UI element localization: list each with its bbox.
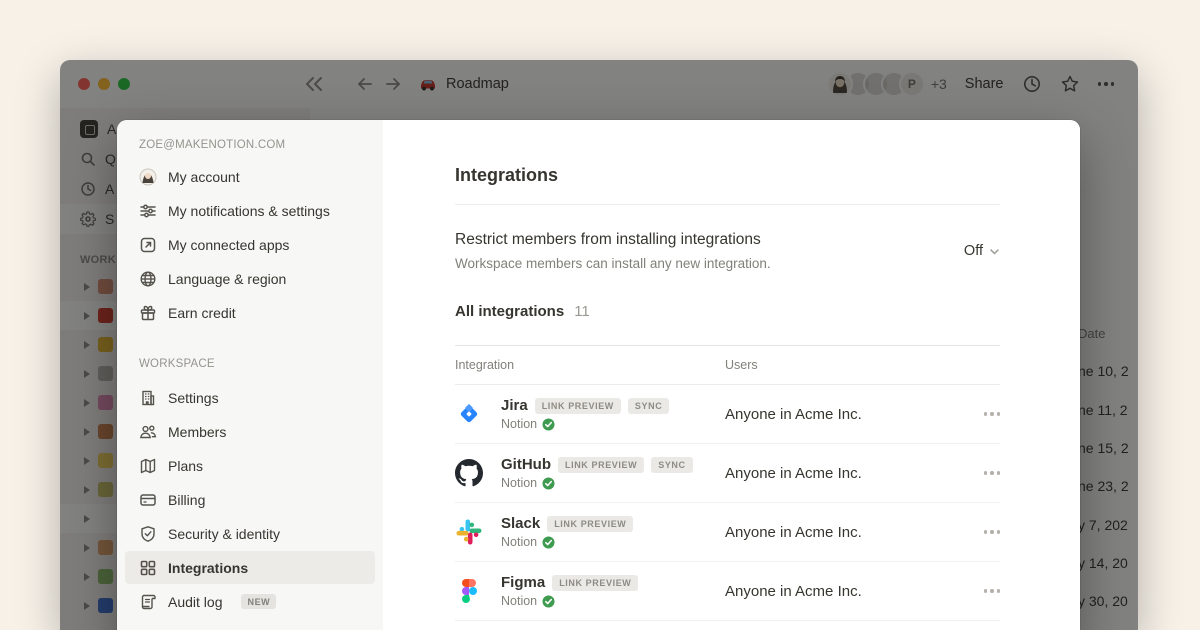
restrict-title: Restrict members from installing integra…: [455, 229, 771, 250]
user-avatar-icon: [139, 168, 157, 186]
settings-item-label: Language & region: [168, 271, 286, 287]
developer-name: Notion: [501, 594, 537, 608]
building-icon: [139, 389, 157, 407]
sync-badge: SYNC: [651, 457, 692, 473]
row-menu-icon[interactable]: [966, 471, 1000, 475]
integration-name: Jira: [501, 397, 528, 414]
settings-item-label: Audit log: [168, 594, 222, 610]
jira-logo: [455, 400, 483, 428]
integration-name: Figma: [501, 574, 545, 591]
settings-modal: ZOE@MAKENOTION.COM My account My notific…: [117, 120, 1080, 630]
gift-icon: [139, 304, 157, 322]
settings-item-label: My account: [168, 169, 240, 185]
scroll-icon: [139, 593, 157, 611]
settings-item-connected-apps[interactable]: My connected apps: [125, 228, 375, 261]
credit-card-icon: [139, 491, 157, 509]
settings-item-label: Integrations: [168, 560, 248, 576]
integration-users: Anyone in Acme Inc.: [725, 465, 966, 482]
table-header: Integration Users: [455, 345, 1000, 385]
settings-item-label: Security & identity: [168, 526, 280, 542]
verified-check-icon: [542, 477, 555, 490]
settings-sidebar: ZOE@MAKENOTION.COM My account My notific…: [117, 120, 383, 630]
settings-item-audit-log[interactable]: Audit log NEW: [125, 585, 375, 618]
chevron-down-icon: [989, 246, 1000, 257]
settings-item-label: Plans: [168, 458, 203, 474]
verified-check-icon: [542, 418, 555, 431]
all-integrations-heading: All integrations 11: [455, 303, 1000, 320]
all-integrations-label: All integrations: [455, 303, 564, 320]
settings-item-notifications[interactable]: My notifications & settings: [125, 194, 375, 227]
developer-name: Notion: [501, 476, 537, 490]
settings-content: Integrations Restrict members from insta…: [383, 120, 1080, 630]
table-row: Slack LINK PREVIEW Notion Anyone in Acme…: [455, 503, 1000, 562]
settings-item-my-account[interactable]: My account: [125, 160, 375, 193]
settings-item-security[interactable]: Security & identity: [125, 517, 375, 550]
restrict-value: Off: [964, 243, 983, 259]
developer-name: Notion: [501, 417, 537, 431]
settings-item-label: Settings: [168, 390, 219, 406]
shield-check-icon: [139, 525, 157, 543]
table-row: Jira LINK PREVIEW SYNC Notion Anyone: [455, 385, 1000, 444]
account-section-header: ZOE@MAKENOTION.COM: [125, 138, 375, 152]
verified-check-icon: [542, 536, 555, 549]
settings-item-plans[interactable]: Plans: [125, 449, 375, 482]
integration-users: Anyone in Acme Inc.: [725, 524, 966, 541]
link-preview-badge: LINK PREVIEW: [558, 457, 644, 473]
table-row: Figma LINK PREVIEW Notion Anyone in Acme…: [455, 562, 1000, 621]
column-users: Users: [725, 358, 966, 372]
settings-item-label: My connected apps: [168, 237, 289, 253]
divider: [455, 204, 1000, 205]
page: Roadmap P +3 Share: [0, 0, 1200, 630]
integration-name: Slack: [501, 515, 540, 532]
link-preview-badge: LINK PREVIEW: [547, 516, 633, 532]
settings-item-label: Earn credit: [168, 305, 236, 321]
settings-item-label: Members: [168, 424, 226, 440]
restrict-setting-row: Restrict members from installing integra…: [455, 229, 1000, 273]
github-logo: [455, 459, 483, 487]
row-menu-icon[interactable]: [966, 412, 1000, 416]
integrations-count: 11: [574, 303, 590, 320]
globe-icon: [139, 270, 157, 288]
developer-name: Notion: [501, 535, 537, 549]
table-row: GitHub LINK PREVIEW SYNC Notion Anyo: [455, 444, 1000, 503]
settings-item-settings[interactable]: Settings: [125, 381, 375, 414]
integration-users: Anyone in Acme Inc.: [725, 406, 966, 423]
slack-logo: [455, 518, 483, 546]
settings-item-label: Billing: [168, 492, 205, 508]
sliders-icon: [139, 202, 157, 220]
figma-logo: [455, 577, 483, 605]
column-integration: Integration: [455, 358, 725, 372]
content-title: Integrations: [455, 162, 1000, 188]
arrow-up-right-box-icon: [139, 236, 157, 254]
map-icon: [139, 457, 157, 475]
grid-icon: [139, 559, 157, 577]
notion-window: Roadmap P +3 Share: [60, 60, 1138, 630]
integration-users: Anyone in Acme Inc.: [725, 583, 966, 600]
integration-name: GitHub: [501, 456, 551, 473]
settings-item-members[interactable]: Members: [125, 415, 375, 448]
workspace-section-header: WORKSPACE: [125, 357, 375, 371]
sync-badge: SYNC: [628, 398, 669, 414]
integrations-table: Integration Users Jira LINK PREVIEW: [455, 345, 1000, 621]
row-menu-icon[interactable]: [966, 530, 1000, 534]
settings-item-label: My notifications & settings: [168, 203, 330, 219]
settings-item-billing[interactable]: Billing: [125, 483, 375, 516]
restrict-subtitle: Workspace members can install any new in…: [455, 255, 771, 273]
link-preview-badge: LINK PREVIEW: [552, 575, 638, 591]
link-preview-badge: LINK PREVIEW: [535, 398, 621, 414]
restrict-dropdown[interactable]: Off: [964, 243, 1000, 259]
settings-item-language-region[interactable]: Language & region: [125, 262, 375, 295]
verified-check-icon: [542, 595, 555, 608]
people-icon: [139, 423, 157, 441]
row-menu-icon[interactable]: [966, 589, 1000, 593]
settings-item-earn-credit[interactable]: Earn credit: [125, 296, 375, 329]
settings-item-integrations[interactable]: Integrations: [125, 551, 375, 584]
new-badge: NEW: [241, 594, 276, 609]
